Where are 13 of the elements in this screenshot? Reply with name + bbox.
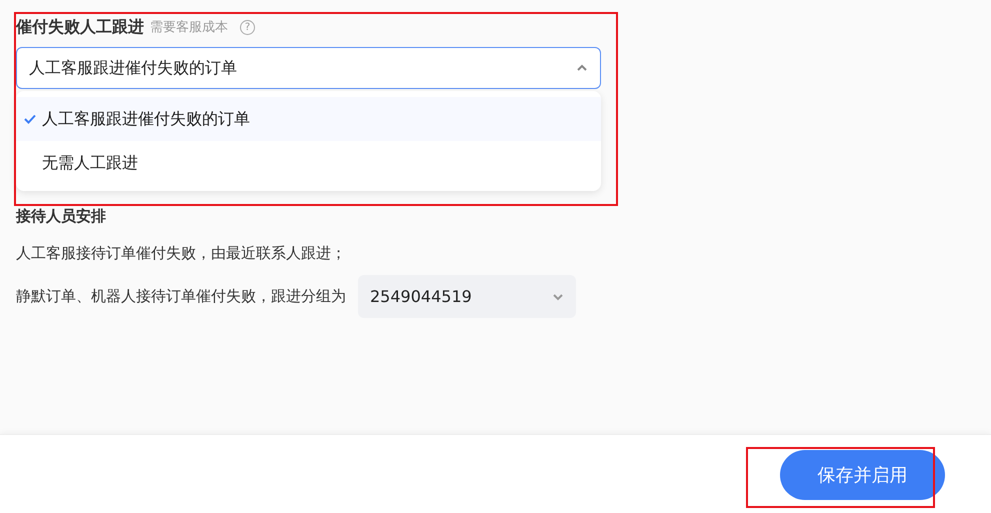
- hint-text: 需要客服成本: [150, 19, 228, 36]
- chevron-down-icon: [552, 292, 564, 300]
- dropdown-option[interactable]: 无需人工跟进: [16, 141, 601, 185]
- section-title: 接待人员安排: [16, 207, 107, 226]
- group-label: 静默订单、机器人接待订单催付失败，跟进分组为: [16, 287, 346, 306]
- save-enable-button[interactable]: 保存并启用: [780, 450, 945, 500]
- follow-up-select[interactable]: 人工客服跟进催付失败的订单: [16, 47, 601, 89]
- caret-icon: [576, 64, 588, 72]
- dropdown-option[interactable]: 人工客服跟进催付失败的订单: [16, 97, 601, 141]
- check-icon: [24, 114, 36, 124]
- description-text: 人工客服接待订单催付失败，由最近联系人跟进；: [16, 244, 347, 263]
- group-select[interactable]: 2549044519: [358, 275, 576, 318]
- section-title: 催付失败人工跟进: [16, 16, 144, 38]
